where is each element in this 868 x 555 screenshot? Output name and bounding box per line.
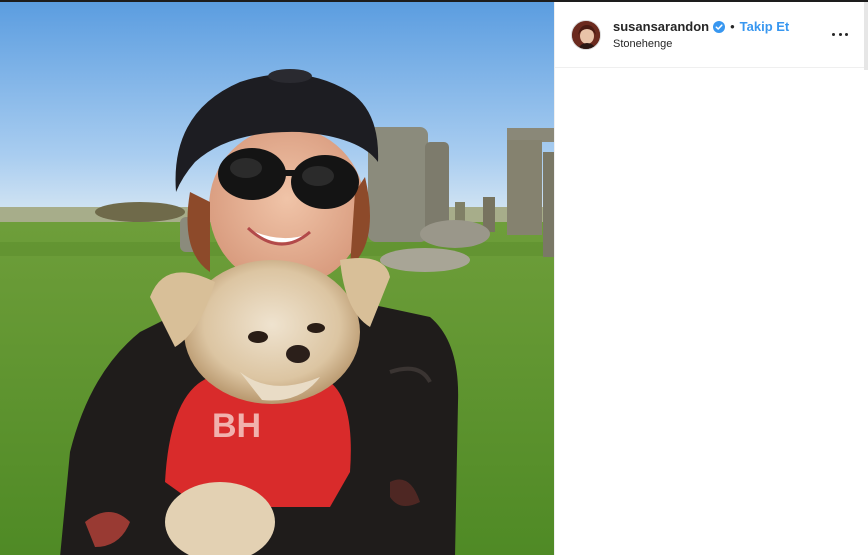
photo-scene: BH [0, 2, 554, 555]
location-link[interactable]: Stonehenge [613, 37, 789, 51]
more-dot [838, 32, 842, 36]
user-row: susansarandon • Takip Et [613, 19, 789, 35]
post-modal: BH susansarandon • Takip Et Stonehenge [0, 0, 868, 555]
username-link[interactable]: susansarandon [613, 19, 709, 35]
post-photo[interactable]: BH [0, 2, 554, 555]
svg-text:BH: BH [212, 407, 261, 445]
avatar[interactable] [571, 19, 601, 50]
more-options-icon[interactable] [832, 26, 848, 42]
post-side-panel: susansarandon • Takip Et Stonehenge [554, 2, 868, 555]
scrollbar-thumb[interactable] [864, 2, 868, 70]
post-header: susansarandon • Takip Et Stonehenge [555, 2, 868, 68]
separator-dot: • [730, 18, 735, 34]
post-meta: susansarandon • Takip Et Stonehenge [613, 19, 789, 51]
more-dot [845, 32, 848, 36]
follow-button[interactable]: Takip Et [740, 19, 790, 35]
more-dot [832, 32, 835, 36]
verified-badge-icon [713, 20, 726, 33]
avatar-image [572, 20, 600, 49]
